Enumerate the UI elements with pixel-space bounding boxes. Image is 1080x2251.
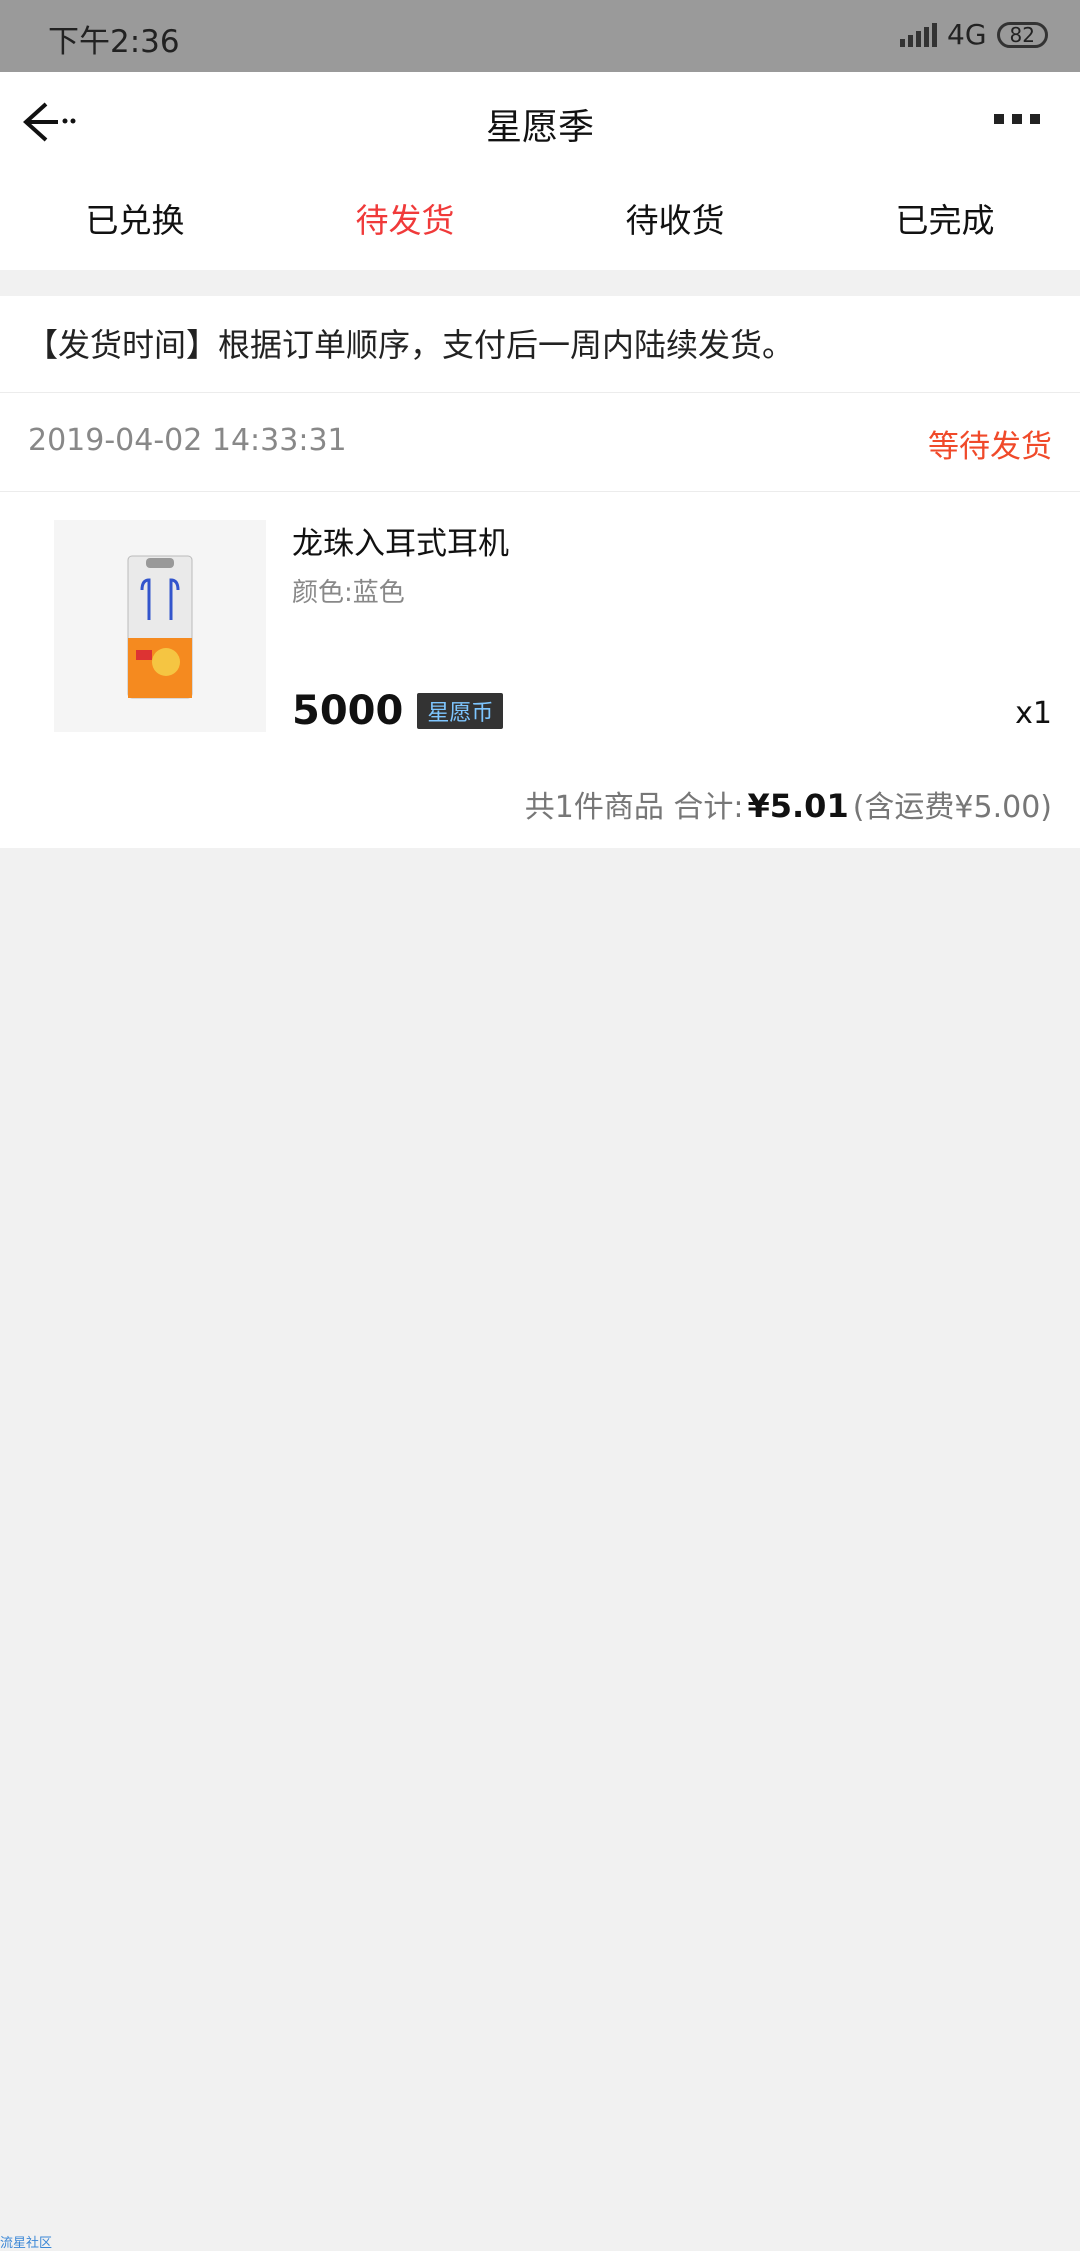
product-price: 5000 — [292, 688, 404, 734]
shipping-note: (含运费¥5.00) — [852, 790, 1052, 825]
product-spec: 颜色:蓝色 — [292, 578, 405, 608]
earphone-package-icon — [127, 555, 193, 699]
more-dot-icon — [1012, 114, 1022, 124]
tab-completed[interactable]: 已完成 — [810, 178, 1080, 270]
tab-exchanged[interactable]: 已兑换 — [0, 178, 270, 270]
status-time: 下午2:36 — [48, 24, 180, 60]
summary-prefix: 共1件商品 合计: — [524, 790, 744, 825]
product-name: 龙珠入耳式耳机 — [292, 526, 509, 562]
order-date: 2019-04-02 14:33:31 — [28, 423, 347, 458]
watermark: 流星社区 — [0, 2236, 53, 2251]
page-title: 星愿季 — [485, 107, 594, 148]
order-header: 2019-04-02 14:33:31 等待发货 — [0, 393, 1080, 492]
tab-pending-shipment[interactable]: 待发货 — [270, 178, 540, 270]
tab-pending-receipt[interactable]: 待收货 — [540, 178, 810, 270]
price-row: 5000 星愿币 — [292, 688, 504, 734]
status-bar: 下午2:36 4G 82 — [0, 0, 1080, 72]
more-dot-icon — [994, 114, 1004, 124]
network-label: 4G — [947, 18, 987, 51]
order-status: 等待发货 — [928, 429, 1052, 465]
signal-icon — [900, 22, 938, 47]
nav-bar: 星愿季 — [0, 72, 1080, 178]
shipping-notice-text: 【发货时间】根据订单顺序，支付后一周内陆续发货。 — [26, 326, 795, 364]
order-total: ¥5.01 — [747, 787, 849, 825]
currency-badge: 星愿币 — [417, 693, 504, 729]
shipping-notice: 【发货时间】根据订单顺序，支付后一周内陆续发货。 — [0, 296, 1080, 393]
status-indicators: 4G 82 — [900, 18, 1048, 51]
battery-icon: 82 — [996, 21, 1048, 48]
more-button[interactable] — [994, 114, 1044, 128]
order-item[interactable]: 龙珠入耳式耳机 颜色:蓝色 5000 星愿币 x1 共1件商品 合计: ¥5.0… — [0, 492, 1080, 848]
product-quantity: x1 — [1015, 696, 1052, 731]
order-summary: 共1件商品 合计: ¥5.01 (含运费¥5.00) — [525, 782, 1052, 826]
order-tabs: 已兑换 待发货 待收货 已完成 — [0, 178, 1080, 270]
product-image — [54, 520, 266, 732]
more-dot-icon — [1030, 114, 1040, 124]
